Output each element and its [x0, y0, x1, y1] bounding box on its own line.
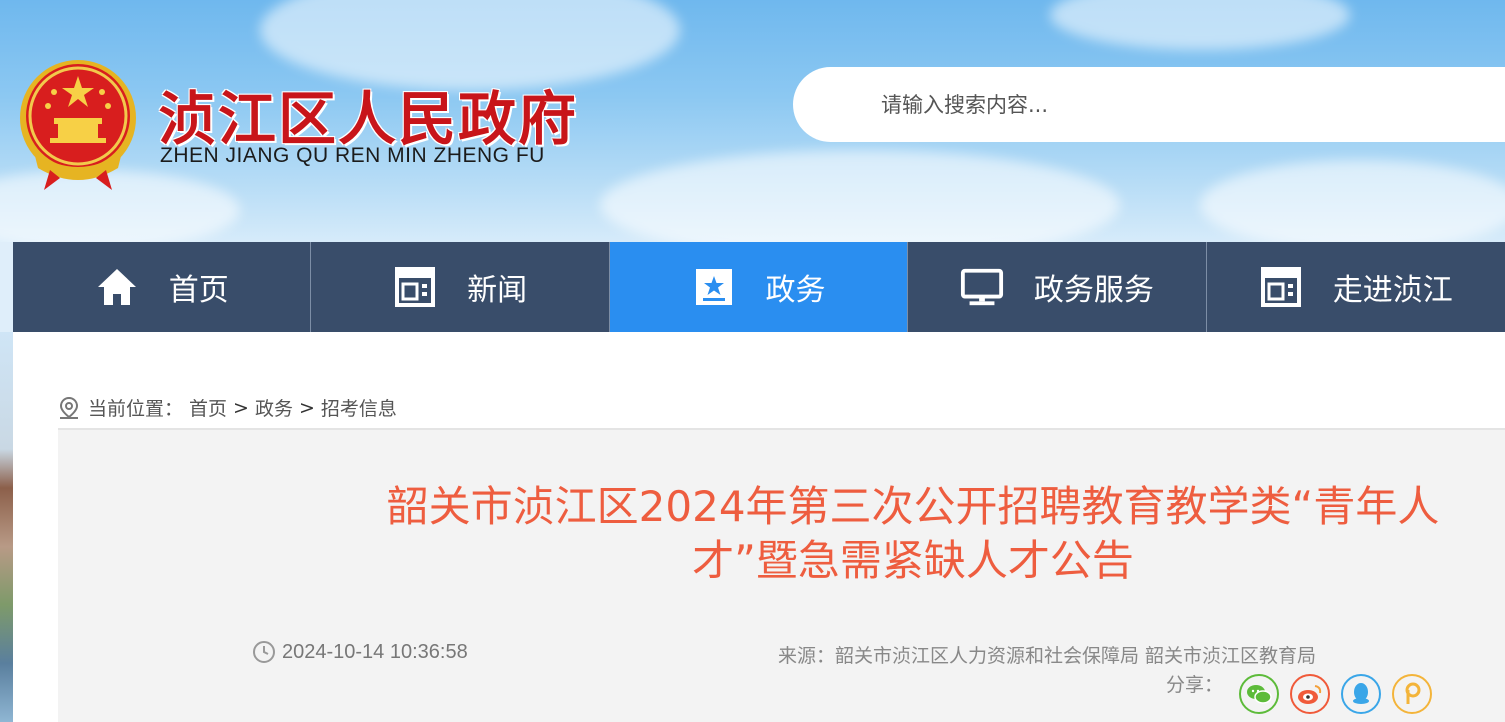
site-pinyin: ZHEN JIANG QU REN MIN ZHENG FU [160, 144, 545, 167]
breadcrumb-link-government-affairs[interactable]: 政务 [255, 394, 293, 421]
nav-item-label: 政务 [765, 273, 826, 308]
article-title: 韶关市浈江区2024年第三次公开招聘教育教学类“青年人才”暨急需紧缺人才公告 [386, 482, 1440, 585]
main-nav: 首页 新闻 政务 政务服务 走进浈江 [13, 242, 1505, 332]
breadcrumb: 当前位置： 首页 > 政务 > 招考信息 [58, 394, 397, 421]
breadcrumb-prefix: 当前位置： [88, 398, 184, 420]
article-date-text: 2024-10-14 10:36:58 [282, 640, 468, 663]
weibo-share-icon[interactable] [1290, 674, 1331, 714]
nav-item-label: 新闻 [467, 273, 528, 308]
nav-item-government-affairs[interactable]: 政务 [609, 242, 909, 332]
nav-item-home[interactable]: 首页 [13, 242, 312, 332]
nav-item-label: 政务服务 [1033, 273, 1154, 308]
wechat-share-icon[interactable] [1239, 674, 1280, 714]
national-emblem-logo[interactable] [14, 52, 142, 192]
qq-share-icon[interactable] [1341, 674, 1382, 714]
share-label: 分享： [1166, 674, 1224, 696]
site-header: 浈江区人民政府 ZHEN JIANG QU REN MIN ZHENG FU [0, 0, 1505, 242]
cloud-decoration [1200, 160, 1505, 242]
article-date: 2024-10-14 10:36:58 [252, 640, 468, 664]
clock-icon [253, 641, 275, 663]
article-source: 来源：韶关市浈江区人力资源和社会保障局 韶关市浈江区教育局 [778, 645, 1317, 667]
breadcrumb-separator: > [233, 396, 249, 419]
monitor-icon [960, 265, 1004, 309]
search-input[interactable] [881, 87, 1481, 123]
cloud-decoration [1050, 0, 1350, 50]
nav-item-about-zhenjiang[interactable]: 走进浈江 [1206, 242, 1505, 332]
breadcrumb-link-recruitment-info[interactable]: 招考信息 [321, 394, 397, 421]
location-pin-icon [59, 396, 79, 419]
breadcrumb-separator: > [298, 396, 315, 419]
cloud-decoration [600, 150, 1120, 242]
article-panel: 韶关市浈江区2024年第三次公开招聘教育教学类“青年人才”暨急需紧缺人才公告 2… [58, 428, 1505, 722]
main-content: 当前位置： 首页 > 政务 > 招考信息 韶关市浈江区2024年第三次公开招聘教… [13, 332, 1505, 722]
nav-item-news[interactable]: 新闻 [311, 242, 610, 332]
qzone-share-icon[interactable] [1392, 674, 1433, 714]
breadcrumb-link-home[interactable]: 首页 [189, 394, 227, 421]
nav-item-label: 首页 [168, 273, 229, 308]
newspaper-icon [393, 265, 437, 309]
star-badge-icon [692, 265, 736, 309]
search-box [793, 67, 1505, 142]
nav-item-label: 走进浈江 [1332, 273, 1453, 308]
nav-item-government-services[interactable]: 政务服务 [908, 242, 1207, 332]
share-bar: 分享： [1166, 670, 1443, 714]
background-scenery [0, 332, 13, 722]
newspaper-icon [1259, 265, 1303, 309]
home-icon [95, 265, 139, 309]
